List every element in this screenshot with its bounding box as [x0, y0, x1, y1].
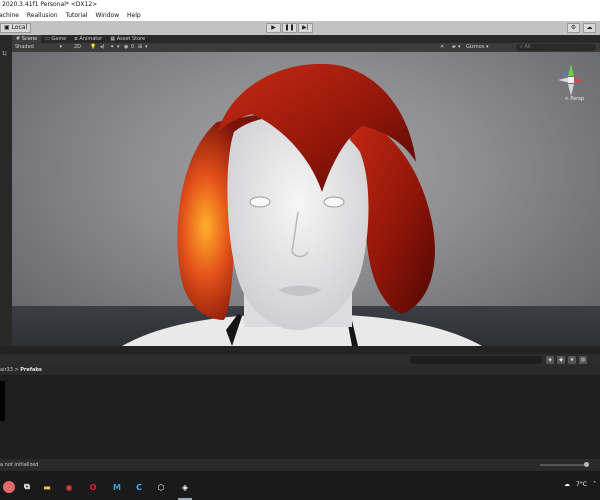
- effects-chevron-icon[interactable]: ▾: [117, 43, 120, 52]
- task-view-icon[interactable]: ⧉: [20, 480, 34, 494]
- thumbnail-size-slider[interactable]: [540, 462, 589, 467]
- play-icon: ▶: [271, 24, 276, 31]
- gizmos-chevron-icon: ▾: [486, 44, 489, 50]
- eye-left: [249, 196, 271, 208]
- left-gutter: 1|: [0, 43, 12, 346]
- effects-icon[interactable]: ✦: [110, 43, 114, 52]
- start-app-icon[interactable]: [2, 480, 16, 494]
- breadcrumb-parent[interactable]: air33: [0, 367, 13, 373]
- status-bar: a not initialized: [0, 459, 600, 471]
- window-title: 2020.3.41f1 Personal* <DX12>: [2, 1, 98, 8]
- tools-icon[interactable]: ✕: [440, 43, 444, 52]
- lighting-icon[interactable]: 💡: [90, 43, 96, 52]
- file-explorer-icon[interactable]: ▬: [40, 480, 54, 494]
- tab-scene[interactable]: # Scene: [12, 35, 42, 43]
- store-icon: ▦: [110, 36, 116, 42]
- tab-game-label: Game: [51, 36, 67, 42]
- local-label: Local: [11, 24, 28, 31]
- filter-label-icon[interactable]: ◆: [557, 356, 565, 364]
- projection-label[interactable]: < Persp: [564, 96, 584, 102]
- collab-button[interactable]: ☁: [583, 23, 596, 33]
- cloud-icon: ☁: [586, 24, 593, 31]
- window-title-bar: 2020.3.41f1 Personal* <DX12>: [0, 0, 600, 10]
- character-render: [122, 63, 482, 346]
- grid-icon: #: [16, 36, 21, 42]
- eye-right: [323, 196, 345, 208]
- project-search-input[interactable]: [410, 356, 542, 364]
- scene-viewport[interactable]: < Persp: [12, 52, 600, 346]
- 2d-toggle[interactable]: 2D: [74, 43, 81, 52]
- step-button[interactable]: ▶|: [298, 23, 313, 33]
- favorite-icon[interactable]: ★: [568, 356, 576, 364]
- chrome-icon[interactable]: ◉: [62, 480, 76, 494]
- local-icon: ▣: [4, 24, 10, 31]
- windows-taskbar: ⧉ ▬ ◉ O M C ⬡ ◈ ☁ 7°C ˄: [0, 474, 600, 500]
- pivot-space-toggle[interactable]: ▣ Local: [0, 23, 32, 33]
- chevron-down-icon: ▾: [59, 44, 62, 50]
- app-m-icon[interactable]: M: [110, 480, 124, 494]
- filter-type-icon[interactable]: ◈: [546, 356, 554, 364]
- tab-animator-label: Animator: [79, 36, 103, 42]
- project-filter-icons: ◈ ◆ ★ ◍: [546, 356, 587, 364]
- gizmos-label: Gizmos: [466, 44, 485, 50]
- search-icon: ⌕: [520, 44, 523, 50]
- toolbar-right: ⚙ ☁: [567, 23, 596, 33]
- gear-icon: ⚙: [570, 24, 577, 31]
- chevron-up-icon[interactable]: ˄: [593, 481, 596, 488]
- play-button[interactable]: ▶: [266, 23, 281, 33]
- project-search-bar: ◈ ◆ ★ ◍: [0, 354, 600, 366]
- project-tab-bar: [0, 346, 600, 354]
- project-asset-area[interactable]: [0, 375, 600, 459]
- asset-thumbnail[interactable]: [0, 381, 5, 421]
- gamepad-icon: ▭: [45, 36, 50, 42]
- shading-mode-dropdown[interactable]: Shaded ▾: [15, 43, 62, 52]
- scene-search-input[interactable]: ⌕ All: [516, 44, 596, 51]
- system-tray: ☁ 7°C ˄: [564, 481, 596, 488]
- breadcrumb-separator: >: [14, 367, 19, 373]
- menu-machine[interactable]: achine: [0, 12, 19, 19]
- gizmos-dropdown[interactable]: Gizmos ▾: [466, 43, 489, 52]
- tab-animator[interactable]: ⧖ Animator: [70, 35, 106, 43]
- hidden-count-icon: 0: [131, 44, 135, 50]
- camera-chevron-icon[interactable]: ▾: [458, 43, 461, 52]
- tab-asset-store-label: Asset Store: [116, 36, 146, 42]
- hidden-objects-icon[interactable]: ◉: [124, 43, 128, 52]
- pause-icon: ❚❚: [284, 24, 295, 31]
- tab-game[interactable]: ▭ Game: [41, 35, 70, 43]
- menu-reallusion[interactable]: Reallusion: [27, 12, 58, 19]
- unity-editor-icon[interactable]: ◈: [178, 480, 192, 494]
- camera-icon[interactable]: ▰: [452, 43, 456, 52]
- scene-view-toolbar: Shaded ▾ 2D 💡 ◂) ✦ ▾ ◉ 0 ⊞ ▾ ✕ ▰ ▾ Gizmo…: [12, 43, 600, 52]
- unity-editor-window: 2020.3.41f1 Personal* <DX12> achine Real…: [0, 0, 600, 500]
- scene-tab-bar: # Scene ▭ Game ⧖ Animator ▦ Asset Store: [0, 35, 600, 43]
- slider-handle[interactable]: [584, 462, 589, 467]
- tab-scene-label: Scene: [21, 36, 38, 42]
- app-c-icon[interactable]: C: [132, 480, 146, 494]
- main-toolbar: ▣ Local ▶ ❚❚ ▶| ⚙ ☁: [0, 21, 600, 35]
- temperature[interactable]: 7°C: [576, 481, 587, 488]
- pause-button[interactable]: ❚❚: [282, 23, 297, 33]
- gutter-mark: 1|: [2, 51, 7, 57]
- shading-mode-label: Shaded: [15, 44, 34, 50]
- menu-bar: achine Reallusion Tutorial Window Help: [0, 10, 600, 21]
- step-icon: ▶|: [302, 24, 309, 31]
- tab-asset-store[interactable]: ▦ Asset Store: [106, 35, 149, 43]
- audio-icon[interactable]: ◂): [100, 43, 104, 52]
- opera-icon[interactable]: O: [86, 480, 100, 494]
- hidden-packages-icon[interactable]: ◍: [579, 356, 587, 364]
- settings-button[interactable]: ⚙: [567, 23, 580, 33]
- animator-icon: ⧖: [74, 36, 78, 42]
- menu-window[interactable]: Window: [95, 12, 119, 19]
- menu-tutorial[interactable]: Tutorial: [65, 12, 87, 19]
- breadcrumb-current[interactable]: Prefabs: [20, 367, 42, 373]
- grid-toggle-icon[interactable]: ⊞: [138, 43, 142, 52]
- search-placeholder: All: [524, 44, 531, 50]
- weather-icon[interactable]: ☁: [564, 481, 570, 488]
- unity-hub-icon[interactable]: ⬡: [154, 480, 168, 494]
- grid-chevron-icon[interactable]: ▾: [145, 43, 148, 52]
- status-message: a not initialized: [0, 462, 39, 468]
- menu-help[interactable]: Help: [127, 12, 141, 19]
- playback-controls: ▶ ❚❚ ▶|: [266, 23, 313, 33]
- breadcrumb: air33 > Prefabs: [0, 366, 600, 375]
